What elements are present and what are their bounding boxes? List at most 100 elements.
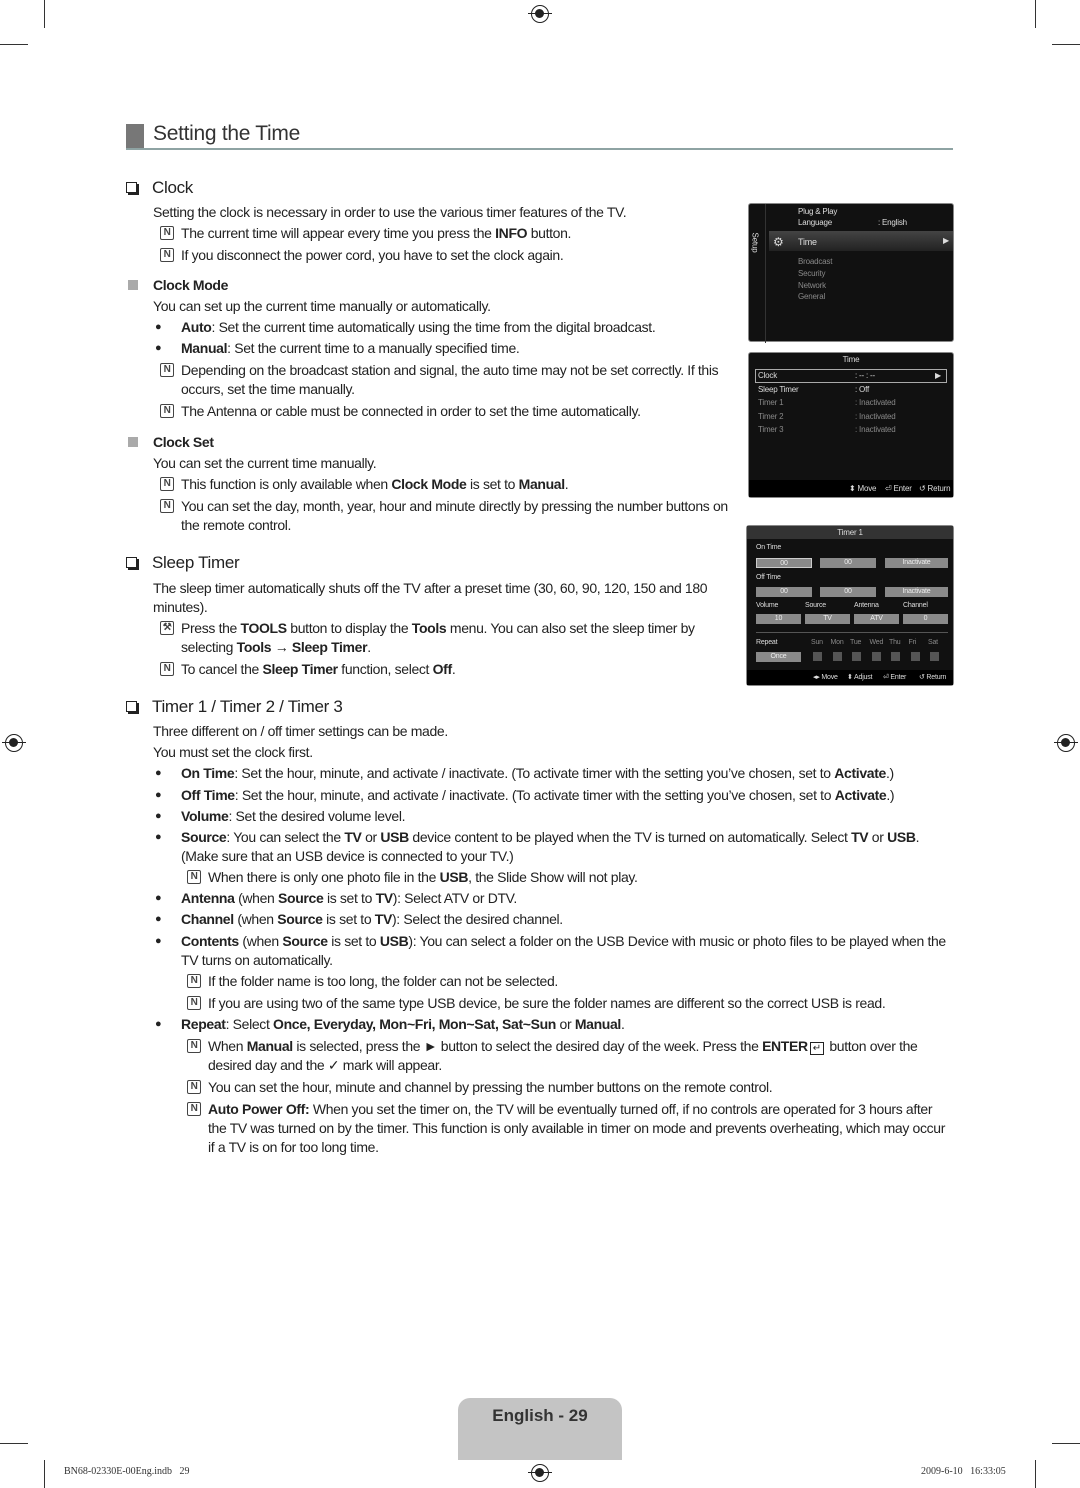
text-segment: device content to be played when the TV … xyxy=(408,829,852,845)
bullet-dot-icon: ● xyxy=(155,892,162,904)
note-icon: N xyxy=(160,248,174,262)
source-label: Source xyxy=(805,602,826,609)
text-segment: You can set the day, month, year, hour a… xyxy=(181,498,728,533)
day-checkbox[interactable] xyxy=(871,652,881,661)
setup-item-language[interactable]: Language xyxy=(798,218,832,227)
sub-note-item: N If the folder name is too long, the fol… xyxy=(180,972,953,991)
setup-item-plug-play[interactable]: Plug & Play xyxy=(798,207,837,216)
text-segment: is selected, press the ► button to selec… xyxy=(292,1038,763,1054)
note-icon: N xyxy=(160,404,174,418)
enter-icon: ↵ xyxy=(809,1042,824,1055)
sub-note-item: N When Manual is selected, press the ► bu… xyxy=(180,1037,953,1075)
text-segment: Manual xyxy=(246,1038,293,1054)
paragraph: Setting the clock is necessary in order … xyxy=(153,203,735,222)
on-time-activate[interactable]: Inactivate xyxy=(885,558,948,568)
text-segment: Clock Mode xyxy=(153,277,229,293)
note-item: N If you disconnect the power cord, you h… xyxy=(153,246,735,265)
subsection-heading: Clock Mode xyxy=(128,276,735,295)
text-segment: Tools xyxy=(411,620,447,636)
return-hint: ↺ Return xyxy=(919,674,947,681)
day-checkbox[interactable] xyxy=(813,652,822,661)
text-segment: Clock Mode xyxy=(391,476,467,492)
text-segment: TV xyxy=(851,829,869,845)
time-row-timer-2[interactable]: Timer 2 xyxy=(758,412,784,421)
day-checkbox[interactable] xyxy=(852,652,861,661)
off-time-minute[interactable]: 00 xyxy=(820,587,876,597)
antenna-value[interactable]: ATV xyxy=(854,614,899,624)
note-icon: N xyxy=(160,499,174,513)
text-segment: : You can select the xyxy=(226,829,345,845)
text-segment: You can set up the current time manually… xyxy=(153,298,491,314)
crop-mark xyxy=(44,0,45,28)
time-row-clock[interactable]: Clock xyxy=(758,371,777,380)
move-hint: ◂▸ Move xyxy=(813,674,838,681)
text-segment: .) xyxy=(886,787,895,803)
text-segment: : Set the current time to a manually spe… xyxy=(227,340,520,356)
registration-mark-icon xyxy=(1054,734,1078,752)
page-title: Setting the Time xyxy=(153,122,300,145)
setup-item-broadcast[interactable]: Broadcast xyxy=(798,257,832,266)
move-label: Move xyxy=(857,484,877,493)
bullet-item: ● Auto: Set the current time automaticall… xyxy=(153,318,735,337)
registration-mark-icon xyxy=(528,1464,552,1482)
paragraph: You can set up the current time manually… xyxy=(153,297,735,316)
repeat-value[interactable]: Once xyxy=(756,652,801,662)
channel-value[interactable]: 0 xyxy=(903,614,948,624)
crop-mark xyxy=(1052,1443,1080,1444)
text-segment: (when xyxy=(233,911,278,927)
text-segment: If you disconnect the power cord, you ha… xyxy=(181,247,564,263)
text-segment: .) xyxy=(885,765,894,781)
text-segment: Clock xyxy=(152,178,194,197)
note-item: N You can set the day, month, year, hour … xyxy=(153,497,735,535)
note-icon: N xyxy=(187,1080,201,1094)
setup-item-time[interactable]: Time xyxy=(798,237,817,247)
text-segment: The sleep timer automatically shuts off … xyxy=(153,580,708,615)
on-time-minute[interactable]: 00 xyxy=(820,558,876,568)
text-segment: : Set the desired volume level. xyxy=(228,808,406,824)
note-icon: N xyxy=(160,477,174,491)
sub-note-item: N When there is only one photo file in th… xyxy=(180,868,953,887)
text-segment: The current time will appear every time … xyxy=(181,225,496,241)
day-checkbox[interactable] xyxy=(832,652,842,661)
day-checkbox[interactable] xyxy=(930,652,939,661)
footer-file-name: BN68-02330E-00Eng.indb 29 xyxy=(64,1466,190,1477)
note-icon: N xyxy=(187,974,201,988)
text-segment: ): Select ATV or DTV. xyxy=(392,890,517,906)
day-checkbox[interactable] xyxy=(891,652,900,661)
checkbox-bullet-icon xyxy=(126,701,137,712)
day-label: Mon xyxy=(830,639,844,646)
volume-value[interactable]: 10 xyxy=(756,614,801,624)
off-time-hour[interactable]: 00 xyxy=(756,587,812,597)
text-segment: TOOLS xyxy=(240,620,288,636)
text-segment: Manual xyxy=(574,1016,621,1032)
setup-item-general[interactable]: General xyxy=(798,292,825,301)
source-value[interactable]: TV xyxy=(805,614,850,624)
note-icon: N xyxy=(187,1039,201,1053)
section-heading: Clock xyxy=(126,178,735,197)
bullet-item: ● Contents (when Source is set to USB): Y… xyxy=(153,932,953,970)
bullet-item: ● Volume: Set the desired volume level. xyxy=(153,807,953,826)
setup-item-security[interactable]: Security xyxy=(798,269,826,278)
text-segment: ): Select the desired channel. xyxy=(392,911,563,927)
antenna-label: Antenna xyxy=(854,602,879,609)
paragraph: The sleep timer automatically shuts off … xyxy=(153,579,735,617)
paragraph: You can set the current time manually. xyxy=(153,454,735,473)
text-segment: Clock Set xyxy=(153,434,214,450)
bullet-dot-icon: ● xyxy=(155,913,162,925)
setup-item-network[interactable]: Network xyxy=(798,281,826,290)
on-time-hour[interactable]: 00 xyxy=(756,558,812,568)
time-menu-title: Time xyxy=(842,355,860,364)
text-segment: (when xyxy=(234,890,279,906)
tools-note-item: ⚒ Press the TOOLS button to display the T… xyxy=(153,619,735,657)
day-checkbox[interactable] xyxy=(910,652,920,661)
time-row-sleep-timer[interactable]: Sleep Timer xyxy=(758,385,799,394)
time-row-timer-2-value: : Inactivated xyxy=(855,412,896,421)
text-segment: : Set the hour, minute, and activate / i… xyxy=(234,765,835,781)
adjust-hint: ⬍ Adjust xyxy=(847,674,873,681)
text-segment: Repeat xyxy=(181,1016,226,1032)
time-row-timer-3[interactable]: Timer 3 xyxy=(758,425,784,434)
paragraph: You must set the clock first. xyxy=(153,743,953,762)
off-time-activate[interactable]: Inactivate xyxy=(885,587,948,597)
time-row-timer-1[interactable]: Timer 1 xyxy=(758,398,784,407)
section-heading: Sleep Timer xyxy=(126,553,735,572)
